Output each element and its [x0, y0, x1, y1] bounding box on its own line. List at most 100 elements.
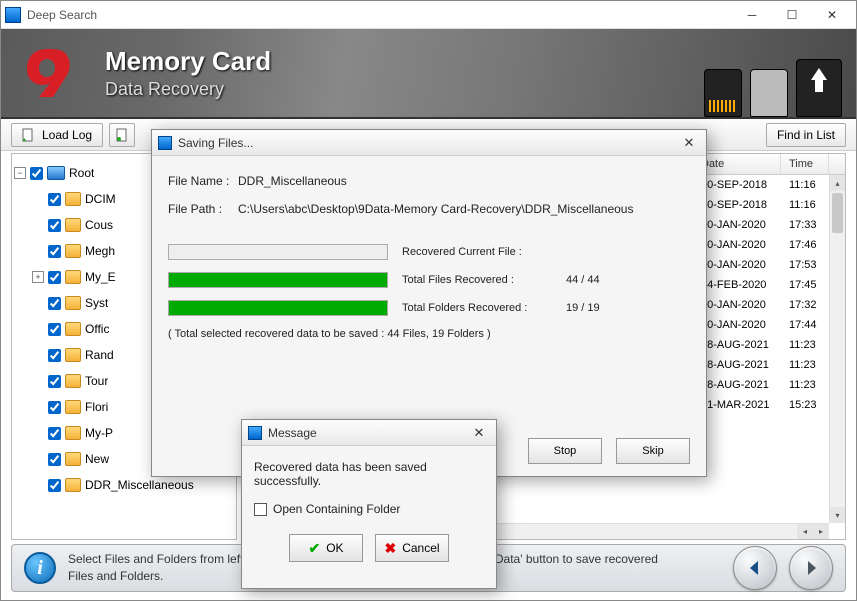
blank: [32, 349, 44, 361]
cell-time: 17:46: [781, 239, 829, 251]
tree-item-label: Megh: [85, 244, 115, 258]
log-icon: [22, 128, 36, 142]
tree-checkbox[interactable]: [48, 219, 61, 232]
folder-icon: [65, 452, 81, 466]
total-folders-label: Total Folders Recovered :: [402, 302, 552, 314]
minimize-button[interactable]: ─: [732, 3, 772, 27]
blank: [32, 453, 44, 465]
tree-checkbox[interactable]: [48, 271, 61, 284]
file-path-value: C:\Users\abc\Desktop\9Data-Memory Card-R…: [238, 202, 633, 216]
saving-close-button[interactable]: ✕: [678, 133, 700, 153]
tree-checkbox[interactable]: [30, 167, 43, 180]
cell-time: 11:16: [781, 199, 829, 211]
folder-icon: [65, 192, 81, 206]
blank: [32, 193, 44, 205]
cancel-label: Cancel: [402, 541, 439, 555]
app-icon: [158, 136, 172, 150]
app-icon: [248, 426, 262, 440]
message-close-button[interactable]: ✕: [468, 423, 490, 443]
message-dialog-titlebar: Message ✕: [242, 420, 496, 446]
tree-checkbox[interactable]: [48, 245, 61, 258]
x-icon: ✖: [384, 540, 396, 557]
open-folder-row[interactable]: Open Containing Folder: [254, 502, 484, 516]
cancel-button[interactable]: ✖ Cancel: [375, 534, 449, 562]
tree-checkbox[interactable]: [48, 193, 61, 206]
tree-item-label: Offic: [85, 322, 109, 336]
cell-time: 17:32: [781, 299, 829, 311]
total-files-label: Total Files Recovered :: [402, 274, 552, 286]
total-files-value: 44 / 44: [566, 274, 626, 286]
col-time[interactable]: Time: [781, 154, 829, 174]
cell-time: 11:16: [781, 179, 829, 191]
blank: [32, 245, 44, 257]
main-window: Deep Search ─ ☐ ✕ Memory Card Data Recov…: [0, 0, 857, 601]
stop-button[interactable]: Stop: [528, 438, 602, 464]
tree-item-label: DDR_Miscellaneous: [85, 478, 194, 492]
blank: [32, 323, 44, 335]
open-folder-checkbox[interactable]: [254, 503, 267, 516]
cell-time: 11:23: [781, 359, 829, 371]
maximize-button[interactable]: ☐: [772, 3, 812, 27]
blank: [32, 427, 44, 439]
next-button[interactable]: [789, 546, 833, 590]
message-text: Recovered data has been saved successful…: [254, 460, 484, 488]
tree-item-label: My_E: [85, 270, 116, 284]
progress-current: [168, 244, 388, 260]
skip-button[interactable]: Skip: [616, 438, 690, 464]
scroll-left-icon[interactable]: ◂: [797, 524, 813, 539]
tree-checkbox[interactable]: [48, 401, 61, 414]
saving-dialog-titlebar: Saving Files... ✕: [152, 130, 706, 156]
saving-dialog-body: File Name : DDR_Miscellaneous File Path …: [152, 156, 706, 358]
file-name-label: File Name :: [168, 174, 230, 188]
scroll-right-icon[interactable]: ▸: [813, 524, 829, 539]
folder-icon: [65, 270, 81, 284]
tree-checkbox[interactable]: [48, 297, 61, 310]
scroll-down-icon[interactable]: ▾: [830, 507, 845, 523]
close-button[interactable]: ✕: [812, 3, 852, 27]
tree-checkbox[interactable]: [48, 323, 61, 336]
folder-icon: [65, 400, 81, 414]
message-dialog: Message ✕ Recovered data has been saved …: [241, 419, 497, 589]
scroll-up-icon[interactable]: ▴: [830, 175, 845, 191]
scrollbar-thumb[interactable]: [832, 193, 843, 233]
folder-icon: [65, 218, 81, 232]
tree-checkbox[interactable]: [48, 427, 61, 440]
toolbar-extra-button[interactable]: [109, 123, 135, 147]
tree-checkbox[interactable]: [48, 453, 61, 466]
vertical-scrollbar[interactable]: ▴ ▾: [829, 175, 845, 523]
sd-card-icon: [750, 69, 788, 117]
cell-time: 15:23: [781, 399, 829, 411]
progress-folders: [168, 300, 388, 316]
collapse-icon[interactable]: −: [14, 167, 26, 179]
load-log-label: Load Log: [42, 128, 92, 142]
total-folders-value: 19 / 19: [566, 302, 626, 314]
tree-item-label: Tour: [85, 374, 108, 388]
find-in-list-button[interactable]: Find in List: [766, 123, 846, 147]
expand-icon[interactable]: +: [32, 271, 44, 283]
saving-summary: ( Total selected recovered data to be sa…: [168, 328, 690, 340]
tree-checkbox[interactable]: [48, 349, 61, 362]
saving-dialog-buttons: Stop Skip: [528, 438, 690, 464]
tree-checkbox[interactable]: [48, 479, 61, 492]
find-in-list-label: Find in List: [777, 128, 835, 142]
tree-item-label: My-P: [85, 426, 113, 440]
cell-time: 17:33: [781, 219, 829, 231]
logo-icon: [19, 45, 75, 101]
blank: [32, 375, 44, 387]
drive-icon: [47, 166, 65, 180]
tree-checkbox[interactable]: [48, 375, 61, 388]
ok-button[interactable]: ✔ OK: [289, 534, 363, 562]
tree-item-label: Cous: [85, 218, 113, 232]
footer-text-b: Data' button to save recovered: [495, 552, 658, 566]
prev-button[interactable]: [733, 546, 777, 590]
tree-item-label: Flori: [85, 400, 108, 414]
folder-icon: [65, 426, 81, 440]
folder-icon: [65, 374, 81, 388]
titlebar: Deep Search ─ ☐ ✕: [1, 1, 856, 29]
prev-icon: [745, 558, 765, 578]
banner-subtitle: Data Recovery: [105, 79, 271, 100]
page-icon: [115, 128, 129, 142]
load-log-button[interactable]: Load Log: [11, 123, 103, 147]
blank: [32, 401, 44, 413]
folder-icon: [65, 296, 81, 310]
